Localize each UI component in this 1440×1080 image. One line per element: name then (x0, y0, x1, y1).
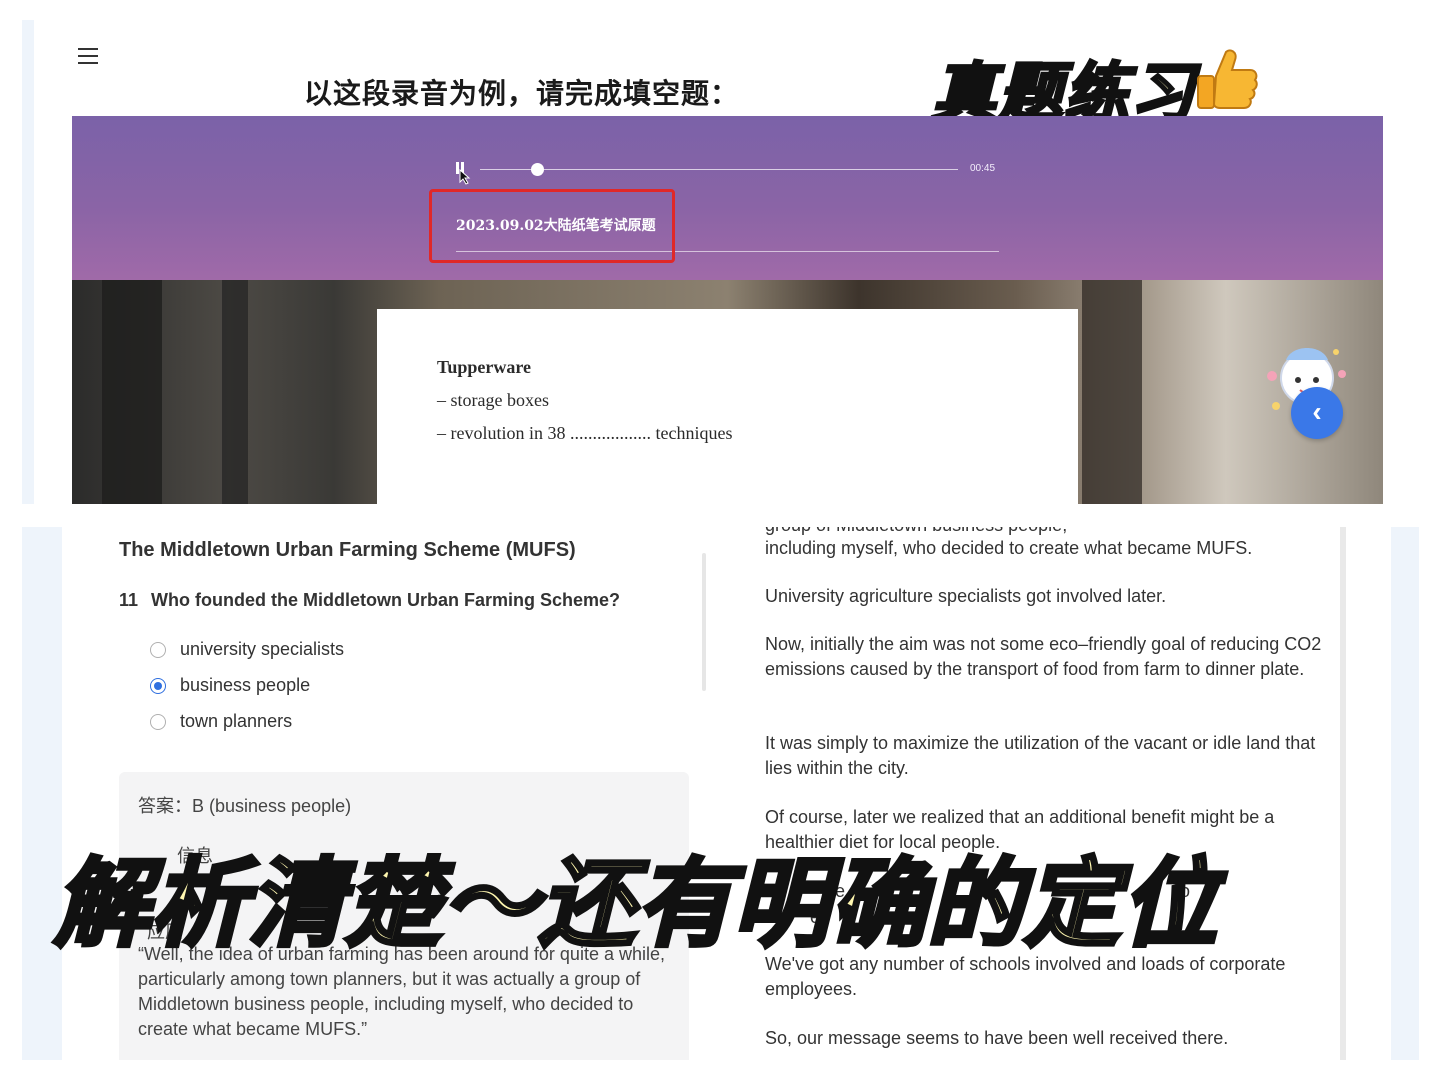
option-label[interactable]: town planners (180, 711, 292, 732)
right-side-strip-bottom (1391, 527, 1419, 1060)
menu-icon[interactable] (78, 48, 98, 64)
question-text: Who founded the Middletown Urban Farming… (151, 590, 621, 610)
transcript-cut-line: group of Middletown business people, (765, 527, 1067, 536)
audio-player: 00:45 (454, 160, 1014, 185)
cursor-icon (459, 169, 471, 185)
transcript-paragraph: So, our message seems to have been well … (765, 1028, 1229, 1048)
question-number: 11 (119, 590, 139, 610)
answer-line: 答案：B (business people) (138, 796, 352, 816)
overlay-caption: 解析清楚～还有明确的定位 (52, 849, 1219, 960)
transcript-paragraph: It was simply to maximize the utilizatio… (765, 733, 1316, 778)
slide-card: Tupperware – storage boxes – revolution … (377, 309, 1078, 504)
slide-panel: 以这段录音为例，请完成填空题： 真题练习 00:45 2023.09.02大陆纸… (72, 28, 1383, 504)
transcript-paragraph: University agriculture specialists got i… (765, 586, 1167, 606)
transcript-paragraph: including myself, who decided to create … (765, 538, 1253, 558)
practice-panel: The Middletown Urban Farming Scheme (MUF… (62, 527, 1391, 1060)
time-label: 00:45 (970, 163, 996, 174)
progress-knob[interactable] (531, 163, 545, 176)
radio-button-selected[interactable] (150, 678, 166, 694)
left-scrollbar[interactable] (702, 553, 706, 691)
radio-button[interactable] (150, 714, 166, 730)
slide-line: – revolution in 38 .................. te… (437, 423, 733, 443)
title-highlight-box (429, 189, 675, 263)
slide-heading: 以这段录音为例，请完成填空题： (304, 78, 740, 109)
right-scrollbar[interactable] (1340, 527, 1346, 1060)
audio-banner: 00:45 2023.09.02大陆纸笔考试原题 (72, 116, 1383, 280)
thumbs-up-icon (1197, 49, 1258, 109)
slide-line-title: Tupperware (437, 357, 532, 377)
transcript-paragraph: Now, initially the aim was not some eco–… (765, 634, 1322, 679)
passage-title: The Middletown Urban Farming Scheme (MUF… (119, 539, 576, 561)
question: 11 Who founded the Middletown Urban Farm… (119, 590, 620, 611)
left-side-strip-bottom (22, 527, 62, 1060)
left-side-strip (22, 20, 34, 504)
option-label[interactable]: business people (180, 675, 310, 696)
slide-line: – storage boxes (437, 390, 549, 410)
progress-track[interactable] (480, 169, 958, 170)
chevron-left-icon[interactable]: ‹ (1291, 387, 1343, 439)
option-label[interactable]: university specialists (180, 639, 344, 660)
radio-button[interactable] (150, 642, 166, 658)
